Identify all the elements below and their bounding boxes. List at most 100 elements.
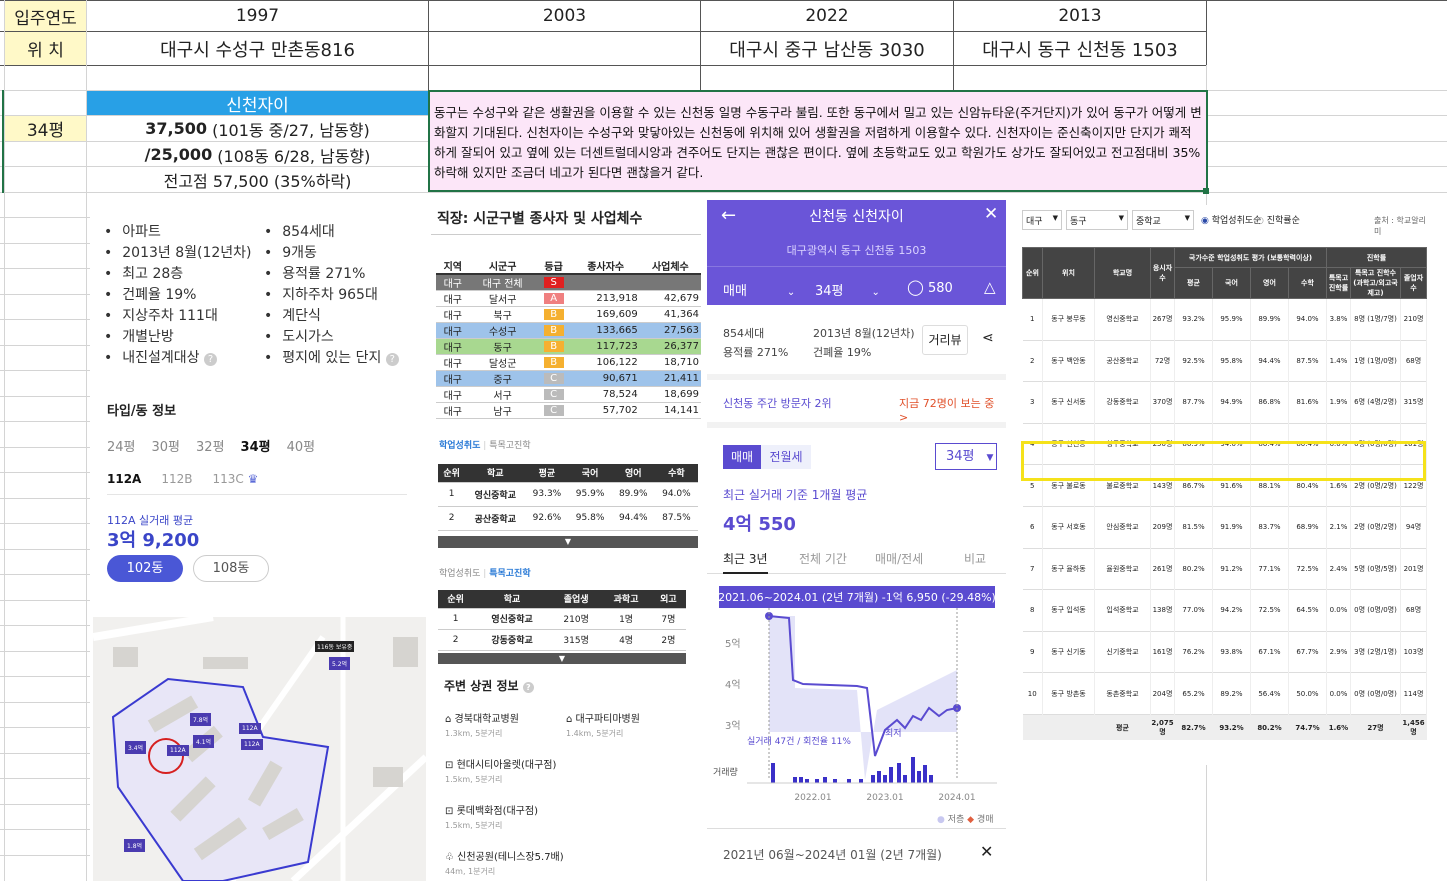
tab-112b[interactable]: 112B	[161, 472, 192, 486]
tab-24[interactable]: 24평	[107, 436, 136, 455]
col-header: 학교명	[1094, 247, 1151, 299]
help-icon[interactable]: ?	[385, 353, 399, 366]
grade-chip: C	[543, 389, 564, 400]
table-row: 대구 북구 B 169,609 41,364	[436, 306, 701, 323]
dong-102-button[interactable]: 102동	[107, 555, 183, 582]
col-header: 졸업자수	[1400, 267, 1427, 299]
table-row: 9 동구 신기동 신기중학교 161명 76.2% 93.8% 67.1% 67.7% 2.9%…	[1022, 631, 1427, 673]
map-price-tag[interactable]: 4.1억	[193, 735, 215, 748]
cell: 18,710	[639, 354, 701, 371]
map-price-tag[interactable]: 112A	[239, 723, 261, 734]
map-price-tag[interactable]: 5.2억	[329, 657, 351, 670]
help-icon[interactable]: ?	[204, 353, 217, 366]
tab-rent[interactable]: 전월세	[761, 445, 811, 469]
volume-bar	[771, 763, 775, 783]
shop-item[interactable]: ⊡ 롯데백화점(대구점) 1.5km, 5분거리	[445, 802, 645, 831]
map-price-tag[interactable]: 1.8억	[124, 839, 146, 852]
dong-108-button[interactable]: 108동	[193, 555, 269, 582]
tab-3y[interactable]: 최근 3년	[723, 550, 768, 574]
shop-item[interactable]: ⌂ 경북대학교병원 1.3km, 5분거리	[445, 710, 575, 739]
radio-achievement[interactable]: ◉ 학업성취도순	[1201, 213, 1261, 226]
bell-icon[interactable]: △	[984, 278, 996, 296]
filter-region[interactable]: 대구 ▼	[1022, 210, 1062, 230]
cell: 동구 방촌동	[1042, 672, 1095, 715]
radio-advance[interactable]: ○ 진학률순	[1256, 213, 1300, 226]
cell: 261명	[1150, 548, 1175, 590]
map-view[interactable]: 116동 보유중 5.2억 7.8억 4.1억 112A 3.4억 1.8억 1…	[93, 617, 426, 881]
help-icon[interactable]: ?	[522, 682, 534, 693]
tab-sale[interactable]: 매매	[723, 445, 761, 469]
range-tabs: 최근 3년 전체 기간 매매/전세 비교	[707, 550, 1006, 574]
col-header: 학교	[473, 590, 551, 609]
cell: 95.8%	[568, 506, 612, 531]
shop-item[interactable]: ♧ 신천공원(테니스장5.7배) 44m, 1분거리	[445, 848, 645, 877]
cell: 57,702	[571, 402, 640, 419]
cell: 201명	[1400, 548, 1427, 590]
street-view-button[interactable]: 거리뷰	[922, 325, 968, 355]
share-icon[interactable]: ⋖	[982, 330, 994, 346]
tab-112a[interactable]: 112A	[107, 472, 141, 486]
tab-special-school[interactable]: 특목고진학	[489, 569, 530, 579]
cell: 94.2%	[1212, 589, 1251, 632]
cell: 81.5%	[1174, 506, 1213, 549]
map-price-tag[interactable]: 112A	[167, 745, 189, 756]
shop-item[interactable]: ⌂ 대구파티마병원 1.4km, 5분거리	[566, 710, 696, 739]
tab-all[interactable]: 전체 기간	[799, 550, 847, 567]
tab-113c[interactable]: 113C ♛	[212, 472, 258, 486]
expand-bar-1[interactable]: ▼	[438, 536, 698, 548]
trade-select[interactable]: 매매 ⌄	[723, 280, 795, 299]
cell: 95.9%	[1212, 298, 1251, 341]
close-icon[interactable]: ✕	[980, 842, 993, 861]
shop-item[interactable]: ⊡ 현대시티아울렛(대구점) 1.5km, 5분거리	[445, 756, 645, 785]
tab-40[interactable]: 40평	[287, 436, 316, 455]
filter-school-level[interactable]: 중학교 ▼	[1132, 210, 1194, 230]
year-cell-2: 2003	[542, 6, 587, 26]
map-price-tag[interactable]: 112A	[241, 739, 263, 750]
legend-low-floor-label: 저층	[947, 815, 965, 825]
close-icon[interactable]: ✕	[984, 204, 998, 224]
pyeong-tabs: 24평 30평 32평 34평 40평	[107, 436, 315, 455]
shops-title-text: 주변 상권 정보	[444, 679, 519, 693]
y-tick-label: 4억	[725, 679, 741, 691]
col-header-group: 진학률	[1326, 247, 1427, 268]
cell: 77.1%	[1250, 548, 1289, 590]
tab-achievement[interactable]: 학업성취도	[439, 441, 480, 451]
comment-button[interactable]: ◯ 580	[907, 278, 953, 296]
cell: 117,723	[571, 338, 640, 355]
memo-box[interactable]: 동구는 수성구와 같은 생활권을 이용할 수 있는 신천동 일명 수동구라 불림…	[428, 90, 1208, 192]
period-banner-text: 2021.06~2024.01 (2년 7개월) -1억 6,950 (-29.…	[718, 591, 996, 604]
volume-bar	[799, 777, 803, 783]
tab-special-school[interactable]: 특목고진학	[489, 441, 530, 451]
tab-32[interactable]: 32평	[196, 436, 225, 455]
cell: 267명	[1150, 298, 1175, 341]
tab-30[interactable]: 30평	[152, 436, 181, 455]
map-price-tag[interactable]: 3.4억	[125, 741, 147, 754]
size-dropdown[interactable]: 34평 ▼	[935, 443, 997, 470]
shop-distance: 1.3km, 5분거리	[445, 729, 503, 738]
cell: 315명	[1400, 381, 1427, 424]
tab-achievement[interactable]: 학업성취도	[439, 569, 480, 579]
table-row: 대구 남구 C 57,702 14,141	[436, 402, 701, 419]
map-price-tag[interactable]: 7.8억	[190, 713, 212, 726]
cell: 89.9%	[1250, 298, 1289, 341]
filter-district[interactable]: 동구 ▼	[1066, 210, 1128, 230]
table-row-average: 평균 2,075명 82.7% 93.2% 80.2% 74.7% 1.6% 27명 1,456…	[1022, 714, 1427, 741]
visitor-rank: 신천동 주간 방문자 2위	[723, 397, 832, 410]
expand-bar-2[interactable]: ▼	[438, 653, 686, 664]
cell: 210명	[550, 608, 602, 630]
viewing-now[interactable]: 지금 72명이 보는 중 >	[899, 395, 1006, 424]
tab-compare[interactable]: 비교	[964, 550, 986, 567]
size-select[interactable]: 34평 ⌄	[815, 280, 880, 299]
tab-sale-jeonse[interactable]: 매매/전세	[875, 550, 923, 567]
highlight-row	[1021, 441, 1426, 481]
cell: 87.7%	[1174, 381, 1213, 424]
cell: 1	[438, 482, 466, 507]
cell: 90,671	[571, 370, 640, 387]
cell: 94.4%	[1250, 340, 1289, 382]
cell: 대구	[436, 322, 470, 339]
caret-down-icon: ▼	[1184, 214, 1190, 222]
tab-34[interactable]: 34평	[241, 436, 271, 455]
memo-resize-handle[interactable]	[1203, 188, 1209, 194]
price-chart[interactable]: 2021.06~2024.01 (2년 7개월) -1억 6,950 (-29.…	[707, 580, 1006, 820]
volume-bar	[877, 771, 881, 783]
